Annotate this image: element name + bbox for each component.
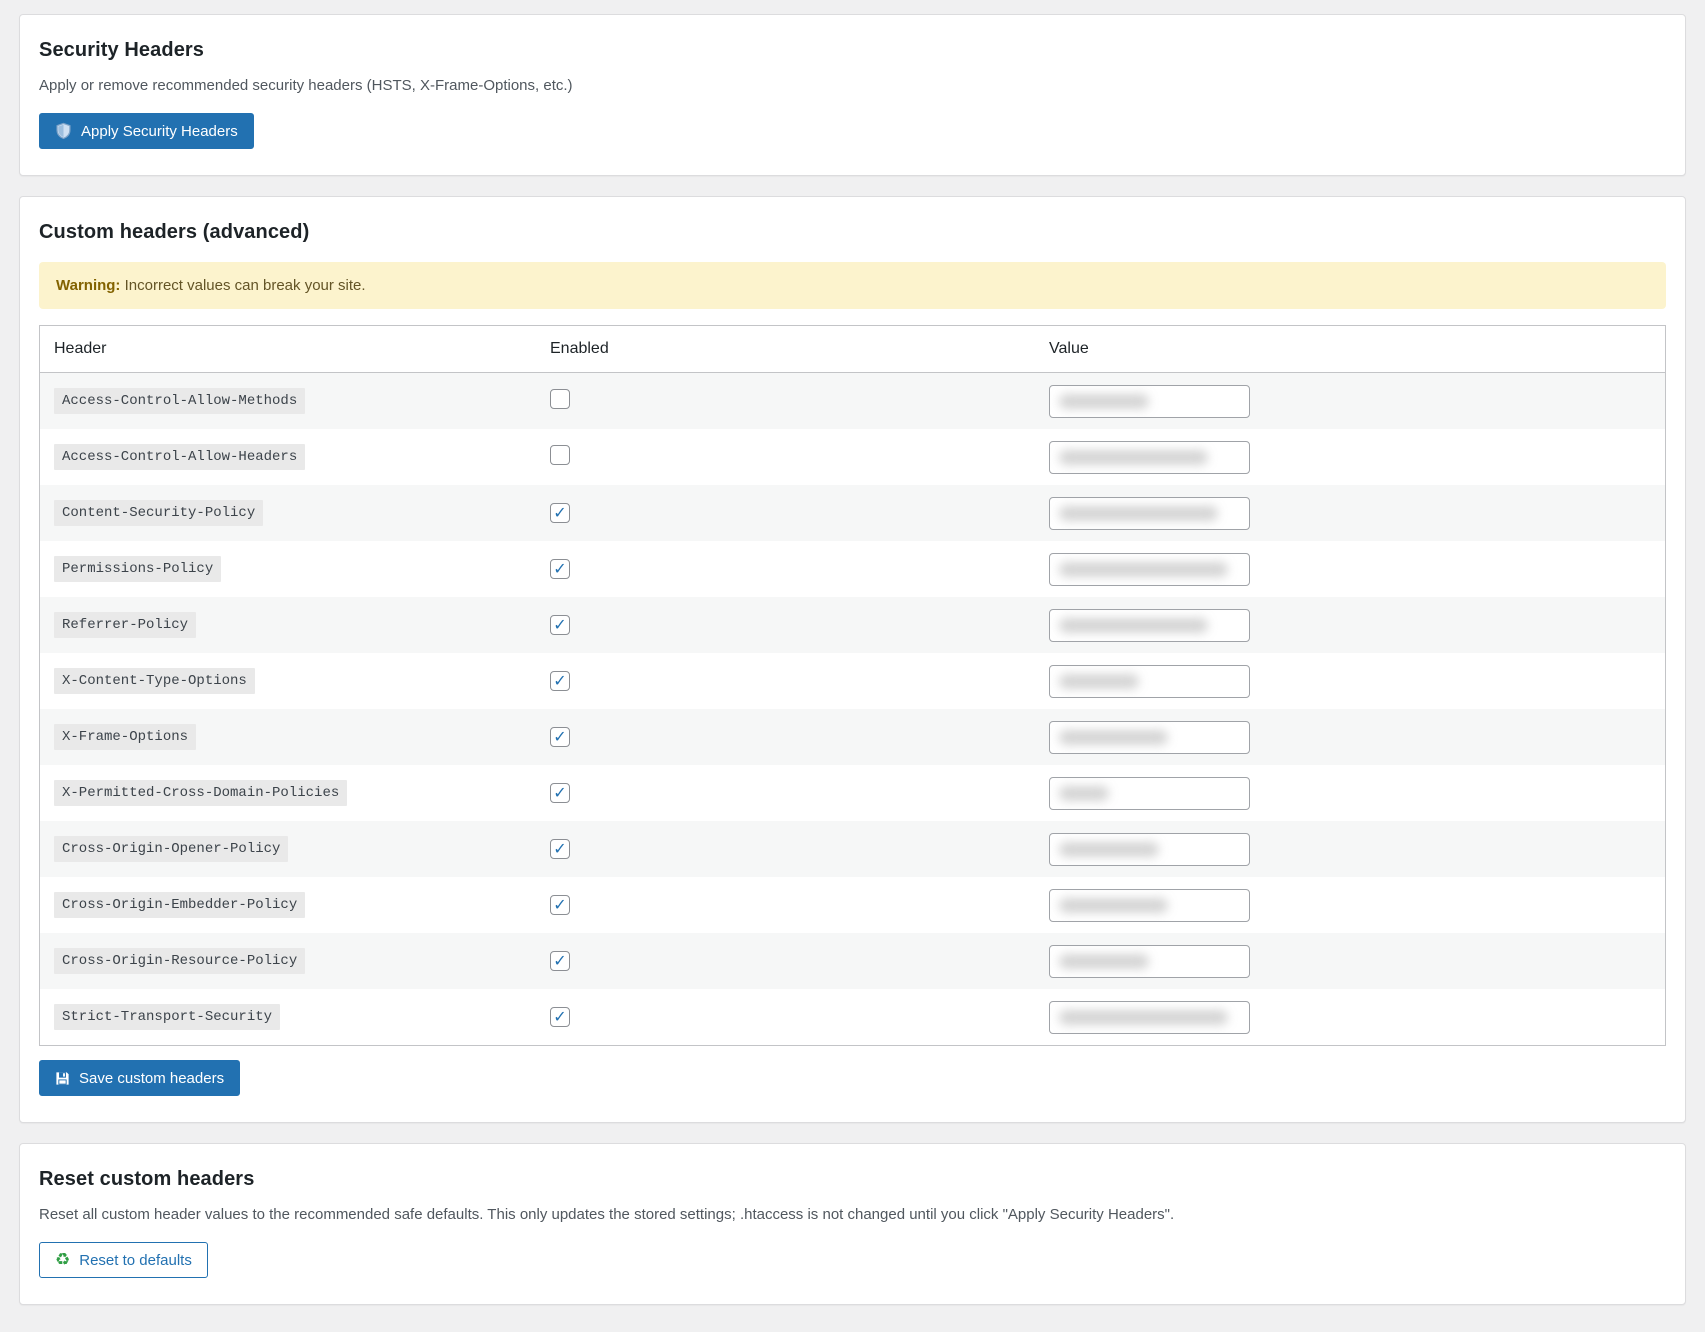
value-input[interactable] [1049, 609, 1250, 642]
value-input[interactable] [1049, 889, 1250, 922]
table-header-row: Header Enabled Value [40, 326, 1665, 373]
redacted-value [1059, 898, 1168, 913]
warning-text: Incorrect values can break your site. [120, 277, 365, 294]
enabled-checkbox[interactable] [550, 615, 570, 635]
shield-icon [55, 122, 72, 140]
value-input[interactable] [1049, 721, 1250, 754]
table-row: Access-Control-Allow-Methods [40, 373, 1665, 429]
value-input[interactable] [1049, 833, 1250, 866]
table-row: Cross-Origin-Resource-Policy [40, 933, 1665, 989]
reset-to-defaults-label: Reset to defaults [79, 1253, 192, 1268]
enabled-checkbox[interactable] [550, 445, 570, 465]
value-input[interactable] [1049, 945, 1250, 978]
value-input[interactable] [1049, 497, 1250, 530]
value-input[interactable] [1049, 665, 1250, 698]
header-name-chip: Permissions-Policy [54, 556, 221, 582]
redacted-value [1059, 786, 1109, 801]
value-input[interactable] [1049, 553, 1250, 586]
redacted-value [1059, 450, 1208, 465]
enabled-checkbox[interactable] [550, 559, 570, 579]
redacted-value [1059, 562, 1228, 577]
security-headers-title: Security Headers [39, 39, 1666, 62]
redacted-value [1059, 1010, 1228, 1025]
reset-custom-headers-card: Reset custom headers Reset all custom he… [19, 1143, 1686, 1305]
table-row: Permissions-Policy [40, 541, 1665, 597]
column-header-header: Header [40, 340, 550, 358]
save-icon [55, 1071, 70, 1086]
enabled-checkbox[interactable] [550, 389, 570, 409]
value-input[interactable] [1049, 441, 1250, 474]
redacted-value [1059, 674, 1139, 689]
save-custom-headers-button[interactable]: Save custom headers [39, 1060, 240, 1096]
reset-custom-headers-title: Reset custom headers [39, 1168, 1666, 1191]
header-name-chip: Cross-Origin-Opener-Policy [54, 836, 288, 862]
enabled-checkbox[interactable] [550, 503, 570, 523]
table-row: Cross-Origin-Opener-Policy [40, 821, 1665, 877]
redacted-value [1059, 842, 1159, 857]
redacted-value [1059, 618, 1208, 633]
table-body: Access-Control-Allow-Methods Access-Cont… [40, 373, 1665, 1045]
recycle-icon: ♻ [55, 1252, 70, 1269]
custom-headers-title: Custom headers (advanced) [39, 221, 1666, 244]
header-name-chip: X-Content-Type-Options [54, 668, 255, 694]
header-name-chip: Strict-Transport-Security [54, 1004, 280, 1030]
enabled-checkbox[interactable] [550, 783, 570, 803]
apply-security-headers-button[interactable]: Apply Security Headers [39, 113, 254, 149]
enabled-checkbox[interactable] [550, 839, 570, 859]
redacted-value [1059, 394, 1149, 409]
table-row: Strict-Transport-Security [40, 989, 1665, 1045]
header-name-chip: Cross-Origin-Resource-Policy [54, 948, 305, 974]
table-row: X-Permitted-Cross-Domain-Policies [40, 765, 1665, 821]
enabled-checkbox[interactable] [550, 895, 570, 915]
reset-custom-headers-description: Reset all custom header values to the re… [39, 1206, 1666, 1223]
warning-banner: Warning: Incorrect values can break your… [39, 262, 1666, 309]
header-name-chip: Referrer-Policy [54, 612, 196, 638]
enabled-checkbox[interactable] [550, 951, 570, 971]
redacted-value [1059, 954, 1149, 969]
table-row: X-Frame-Options [40, 709, 1665, 765]
redacted-value [1059, 506, 1218, 521]
apply-security-headers-label: Apply Security Headers [81, 124, 238, 139]
column-header-enabled: Enabled [550, 340, 1049, 358]
enabled-checkbox[interactable] [550, 671, 570, 691]
warning-label: Warning: [56, 277, 120, 294]
custom-headers-card: Custom headers (advanced) Warning: Incor… [19, 196, 1686, 1123]
header-name-chip: X-Permitted-Cross-Domain-Policies [54, 780, 347, 806]
security-headers-description: Apply or remove recommended security hea… [39, 77, 1666, 94]
table-row: Referrer-Policy [40, 597, 1665, 653]
header-name-chip: Cross-Origin-Embedder-Policy [54, 892, 305, 918]
reset-to-defaults-button[interactable]: ♻ Reset to defaults [39, 1242, 208, 1278]
value-input[interactable] [1049, 1001, 1250, 1034]
value-input[interactable] [1049, 777, 1250, 810]
column-header-value: Value [1049, 340, 1665, 358]
enabled-checkbox[interactable] [550, 727, 570, 747]
table-row: Cross-Origin-Embedder-Policy [40, 877, 1665, 933]
header-name-chip: X-Frame-Options [54, 724, 196, 750]
table-row: Access-Control-Allow-Headers [40, 429, 1665, 485]
enabled-checkbox[interactable] [550, 1007, 570, 1027]
value-input[interactable] [1049, 385, 1250, 418]
security-headers-card: Security Headers Apply or remove recomme… [19, 14, 1686, 176]
save-custom-headers-label: Save custom headers [79, 1071, 224, 1086]
custom-headers-table: Header Enabled Value Access-Control-Allo… [39, 325, 1666, 1046]
table-row: Content-Security-Policy [40, 485, 1665, 541]
table-row: X-Content-Type-Options [40, 653, 1665, 709]
header-name-chip: Access-Control-Allow-Headers [54, 444, 305, 470]
redacted-value [1059, 730, 1168, 745]
header-name-chip: Access-Control-Allow-Methods [54, 388, 305, 414]
header-name-chip: Content-Security-Policy [54, 500, 263, 526]
